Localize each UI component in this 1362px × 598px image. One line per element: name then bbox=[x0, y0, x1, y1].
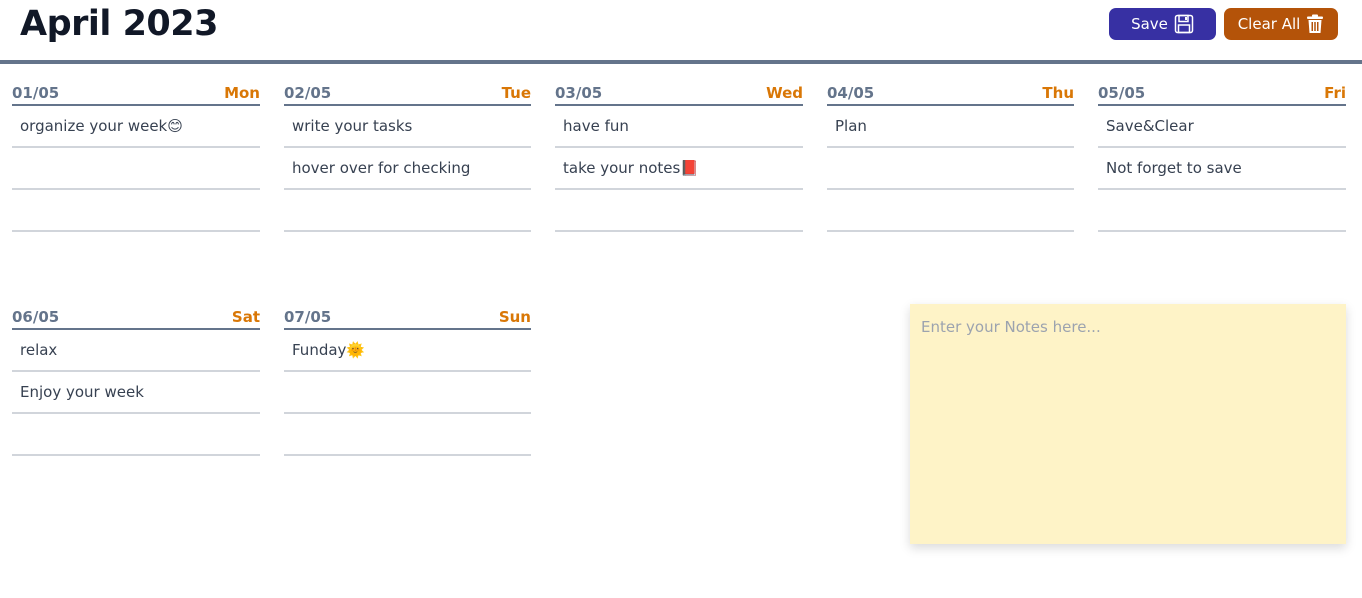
task-input[interactable] bbox=[1098, 190, 1346, 230]
task-input[interactable] bbox=[12, 414, 260, 454]
task-row bbox=[12, 414, 260, 456]
day-name: Sun bbox=[498, 308, 531, 326]
trash-icon bbox=[1306, 14, 1324, 34]
day-header: 07/05 Sun bbox=[284, 302, 531, 330]
day-column-tue: 02/05 Tue bbox=[284, 78, 531, 232]
day-header: 05/05 Fri bbox=[1098, 78, 1346, 106]
day-column-thu: 04/05 Thu bbox=[827, 78, 1074, 232]
task-row bbox=[12, 190, 260, 232]
notes-textarea[interactable] bbox=[910, 304, 1346, 544]
task-row bbox=[555, 106, 803, 148]
day-column-sat: 06/05 Sat bbox=[12, 302, 260, 456]
task-input[interactable] bbox=[284, 330, 531, 370]
page-title: April 2023 bbox=[20, 4, 219, 44]
task-row bbox=[555, 148, 803, 190]
task-row bbox=[284, 106, 531, 148]
day-name: Wed bbox=[766, 84, 803, 102]
task-input[interactable] bbox=[284, 106, 531, 146]
task-row bbox=[1098, 106, 1346, 148]
day-header: 01/05 Mon bbox=[12, 78, 260, 106]
save-button[interactable]: Save bbox=[1109, 8, 1216, 40]
day-date: 02/05 bbox=[284, 84, 332, 102]
day-name: Thu bbox=[1042, 84, 1074, 102]
task-input[interactable] bbox=[555, 106, 803, 146]
day-name: Fri bbox=[1324, 84, 1346, 102]
clear-all-button[interactable]: Clear All bbox=[1224, 8, 1338, 40]
save-button-label: Save bbox=[1131, 15, 1168, 33]
task-input[interactable] bbox=[284, 148, 531, 188]
task-input[interactable] bbox=[1098, 148, 1346, 188]
task-input[interactable] bbox=[284, 414, 531, 454]
task-row bbox=[12, 372, 260, 414]
task-row bbox=[12, 106, 260, 148]
task-row bbox=[827, 190, 1074, 232]
page-header: April 2023 Save Clear All bbox=[0, 0, 1362, 64]
day-name: Mon bbox=[224, 84, 260, 102]
task-input[interactable] bbox=[555, 190, 803, 230]
task-row bbox=[12, 148, 260, 190]
day-date: 03/05 bbox=[555, 84, 603, 102]
task-row bbox=[284, 148, 531, 190]
task-row bbox=[284, 330, 531, 372]
task-input[interactable] bbox=[12, 148, 260, 188]
task-input[interactable] bbox=[827, 190, 1074, 230]
task-input[interactable] bbox=[12, 330, 260, 370]
day-date: 05/05 bbox=[1098, 84, 1146, 102]
floppy-disk-icon bbox=[1174, 14, 1194, 34]
day-header: 04/05 Thu bbox=[827, 78, 1074, 106]
day-name: Tue bbox=[501, 84, 531, 102]
task-row bbox=[555, 190, 803, 232]
day-column-mon: 01/05 Mon bbox=[12, 78, 260, 232]
task-row bbox=[827, 106, 1074, 148]
day-column-wed: 03/05 Wed bbox=[555, 78, 803, 232]
notes-panel bbox=[910, 304, 1346, 544]
task-input[interactable] bbox=[284, 372, 531, 412]
task-row bbox=[1098, 190, 1346, 232]
task-input[interactable] bbox=[12, 372, 260, 412]
day-name: Sat bbox=[231, 308, 260, 326]
day-header: 02/05 Tue bbox=[284, 78, 531, 106]
task-input[interactable] bbox=[827, 106, 1074, 146]
task-input[interactable] bbox=[284, 190, 531, 230]
task-row bbox=[284, 372, 531, 414]
task-input[interactable] bbox=[827, 148, 1074, 188]
task-row bbox=[284, 414, 531, 456]
day-column-fri: 05/05 Fri bbox=[1098, 78, 1346, 232]
day-header: 06/05 Sat bbox=[12, 302, 260, 330]
day-date: 07/05 bbox=[284, 308, 332, 326]
day-date: 06/05 bbox=[12, 308, 60, 326]
task-input[interactable] bbox=[555, 148, 803, 188]
task-row bbox=[284, 190, 531, 232]
task-row bbox=[12, 330, 260, 372]
day-column-sun: 07/05 Sun bbox=[284, 302, 531, 456]
day-date: 01/05 bbox=[12, 84, 60, 102]
task-input[interactable] bbox=[12, 106, 260, 146]
task-row bbox=[1098, 148, 1346, 190]
task-input[interactable] bbox=[12, 190, 260, 230]
task-input[interactable] bbox=[1098, 106, 1346, 146]
day-date: 04/05 bbox=[827, 84, 875, 102]
task-row bbox=[827, 148, 1074, 190]
clear-all-button-label: Clear All bbox=[1237, 15, 1301, 33]
day-header: 03/05 Wed bbox=[555, 78, 803, 106]
